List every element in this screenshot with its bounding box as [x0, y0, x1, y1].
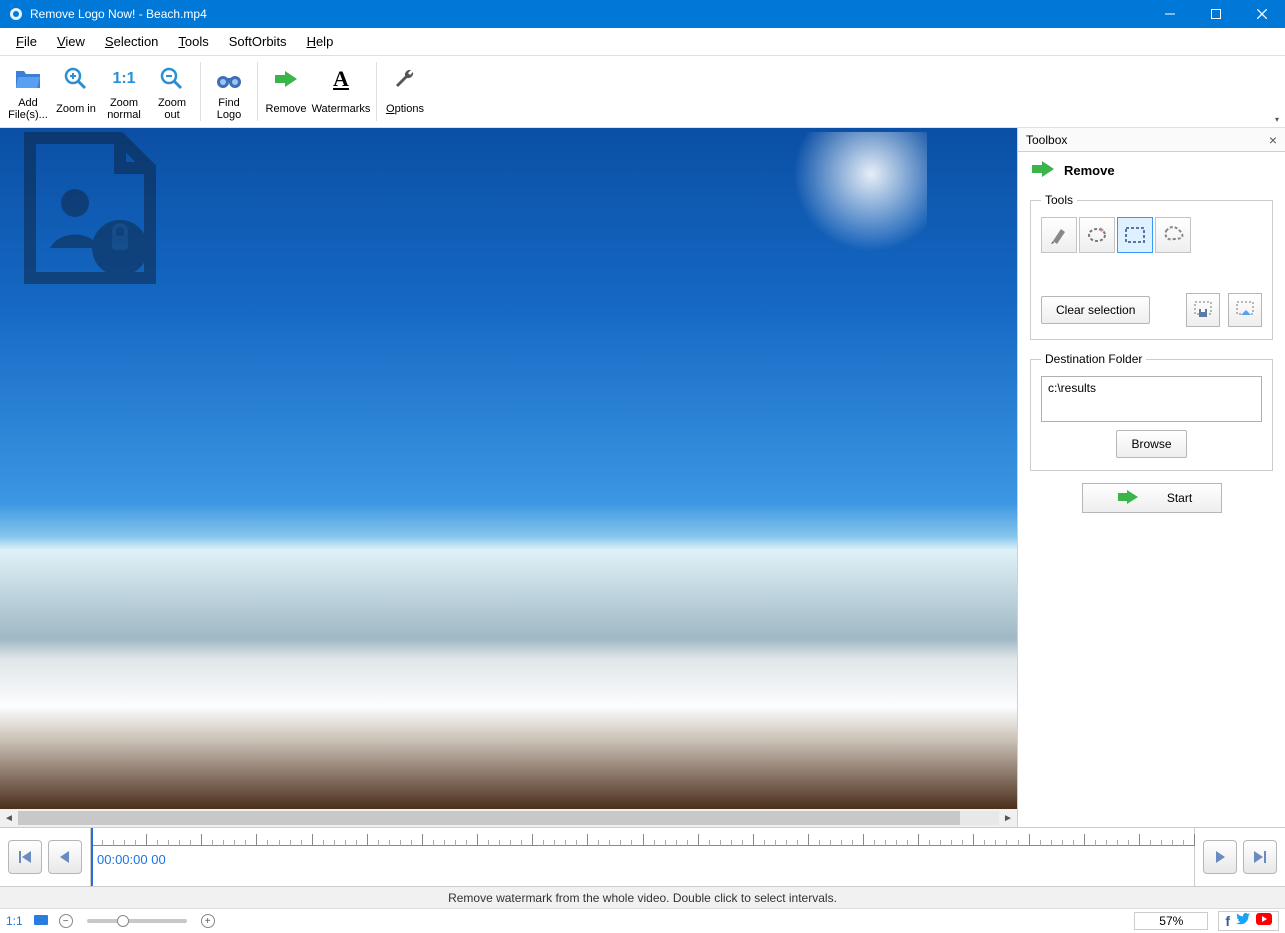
browse-button[interactable]: Browse	[1116, 430, 1186, 458]
toolbar-add-files[interactable]: Add File(s)...	[4, 58, 52, 125]
toolbar-zoom-in[interactable]: Zoom in	[52, 58, 100, 125]
tool-rectangle-select[interactable]	[1117, 217, 1153, 253]
close-button[interactable]	[1239, 0, 1285, 28]
skip-start-button[interactable]	[8, 840, 42, 874]
arrow-right-icon	[273, 62, 299, 96]
menu-view[interactable]: View	[49, 30, 93, 53]
status-bar: 1:1 − + 57% f	[0, 909, 1285, 933]
menu-bar: File View Selection Tools SoftOrbits Hel…	[0, 28, 1285, 56]
prev-frame-button[interactable]	[48, 840, 82, 874]
arrow-right-icon	[1117, 489, 1139, 508]
title-bar: Remove Logo Now! - Beach.mp4	[0, 0, 1285, 28]
toolbar-overflow[interactable]: ▾	[1271, 113, 1283, 125]
tool-lasso-select[interactable]	[1155, 217, 1191, 253]
toolbox-panel: Toolbox × Remove Tools Clear selection	[1017, 128, 1285, 827]
hint-bar: Remove watermark from the whole video. D…	[0, 887, 1285, 909]
fit-screen-icon[interactable]	[33, 914, 49, 929]
zoom-slider[interactable]	[87, 919, 187, 923]
facebook-icon[interactable]: f	[1225, 913, 1230, 929]
video-preview[interactable]	[0, 128, 1017, 809]
menu-help[interactable]: Help	[299, 30, 342, 53]
folder-open-icon	[14, 62, 42, 96]
zoom-ratio-label[interactable]: 1:1	[6, 914, 23, 928]
destination-fieldset: Destination Folder c:\results Browse	[1030, 352, 1273, 471]
horizontal-scrollbar[interactable]: ◄ ►	[0, 809, 1017, 827]
maximize-button[interactable]	[1193, 0, 1239, 28]
toolbar-remove[interactable]: Remove	[262, 58, 310, 125]
zoom-slider-knob[interactable]	[117, 915, 129, 927]
menu-softorbits[interactable]: SoftOrbits	[221, 30, 295, 53]
demo-watermark-icon	[0, 128, 180, 288]
menu-file[interactable]: File	[8, 30, 45, 53]
zoom-minus-button[interactable]: −	[59, 914, 73, 928]
destination-path[interactable]: c:\results	[1041, 376, 1262, 422]
zoom-in-icon	[63, 62, 89, 96]
toolbox-section-title: Remove	[1064, 163, 1115, 178]
zoom-plus-button[interactable]: +	[201, 914, 215, 928]
scrollbar-thumb[interactable]	[18, 811, 960, 825]
minimize-button[interactable]	[1147, 0, 1193, 28]
text-a-icon: A	[333, 62, 349, 96]
zoom-out-icon	[159, 62, 185, 96]
twitter-icon[interactable]	[1236, 913, 1250, 929]
menu-tools[interactable]: Tools	[170, 30, 216, 53]
toolbox-title: Toolbox	[1026, 133, 1067, 147]
tools-fieldset: Tools Clear selection	[1030, 193, 1273, 340]
binoculars-icon	[215, 62, 243, 96]
toolbar-zoom-out[interactable]: Zoom out	[148, 58, 196, 125]
arrow-right-icon	[1030, 160, 1056, 181]
window-title: Remove Logo Now! - Beach.mp4	[30, 7, 207, 21]
menu-selection[interactable]: Selection	[97, 30, 166, 53]
tool-freeform-select[interactable]	[1079, 217, 1115, 253]
scroll-right-icon[interactable]: ►	[999, 809, 1017, 827]
wrench-icon	[393, 62, 417, 96]
next-frame-button[interactable]	[1203, 840, 1237, 874]
progress-percent: 57%	[1134, 912, 1208, 930]
toolbar-zoom-normal[interactable]: 1:1 Zoom normal	[100, 58, 148, 125]
timecode: 00:00:00 00	[97, 852, 166, 867]
load-selection-button[interactable]	[1228, 293, 1262, 327]
start-button[interactable]: Start	[1082, 483, 1222, 513]
playhead[interactable]	[91, 828, 93, 886]
toolbar-options[interactable]: Options	[381, 58, 429, 125]
toolbar-watermarks[interactable]: A Watermarks	[310, 58, 372, 125]
toolbox-close-icon[interactable]: ×	[1269, 132, 1277, 148]
toolbar-find-logo[interactable]: Find Logo	[205, 58, 253, 125]
save-selection-button[interactable]	[1186, 293, 1220, 327]
tool-marker[interactable]	[1041, 217, 1077, 253]
timeline: 00:00:00 00	[0, 827, 1285, 887]
zoom-normal-icon: 1:1	[112, 62, 135, 96]
scroll-left-icon[interactable]: ◄	[0, 809, 18, 827]
timeline-ruler[interactable]: 00:00:00 00	[90, 828, 1195, 886]
youtube-icon[interactable]	[1256, 913, 1272, 929]
clear-selection-button[interactable]: Clear selection	[1041, 296, 1150, 324]
skip-end-button[interactable]	[1243, 840, 1277, 874]
app-icon	[8, 6, 24, 22]
toolbar: Add File(s)... Zoom in 1:1 Zoom normal Z…	[0, 56, 1285, 128]
